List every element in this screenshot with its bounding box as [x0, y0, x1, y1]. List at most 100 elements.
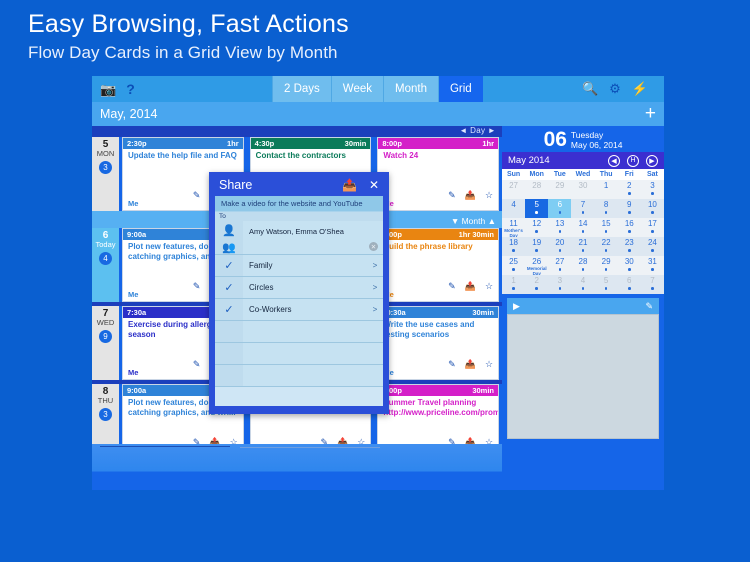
minical-day-cell[interactable]: 17: [640, 218, 664, 237]
minical-day-cell[interactable]: 29: [548, 180, 572, 199]
search-icon[interactable]: 🔍: [582, 81, 598, 97]
checkmark-icon[interactable]: ✓: [215, 255, 243, 276]
minical-day-cell[interactable]: 30: [571, 180, 595, 199]
bolt-icon[interactable]: ⚡: [632, 81, 648, 97]
blank-checkbox[interactable]: [215, 321, 243, 342]
share-group-name: Co-Workers: [243, 299, 367, 320]
minical-day-cell[interactable]: 31: [640, 256, 664, 275]
prev-month-button[interactable]: ◀: [608, 154, 620, 167]
day-nav-strip[interactable]: ◄ Day ►: [92, 126, 502, 137]
minical-day-cell[interactable]: 7: [571, 199, 595, 218]
note-body[interactable]: [507, 314, 659, 439]
share-icon[interactable]: 📤: [342, 178, 357, 192]
view-mode-grid[interactable]: Grid: [437, 76, 483, 102]
selected-weekday: Tuesday: [570, 129, 604, 140]
chevron-right-icon[interactable]: >: [367, 299, 383, 320]
minical-day-cell[interactable]: 9: [617, 199, 641, 218]
minical-day-cell[interactable]: 3: [640, 180, 664, 199]
view-mode-month[interactable]: Month: [383, 76, 438, 102]
pen-icon[interactable]: ✎: [645, 301, 653, 312]
minical-day-cell[interactable]: 6: [548, 199, 572, 218]
camera-icon[interactable]: 📷: [100, 83, 116, 96]
checkmark-icon[interactable]: ✓: [215, 299, 243, 320]
day-nav-label[interactable]: ◄ Day ►: [459, 126, 496, 135]
clear-icon[interactable]: ✕: [369, 242, 378, 251]
minical-day-number: 12: [532, 219, 542, 228]
event-card[interactable]: 2:00p 1hr 30min Build the phrase library ✎ 📤…: [377, 228, 500, 302]
minical-day-cell[interactable]: 1: [594, 180, 618, 199]
minical-day-cell[interactable]: 22: [594, 237, 618, 256]
play-icon[interactable]: ▶: [513, 301, 520, 312]
close-icon[interactable]: ✕: [369, 178, 379, 192]
day-gutter[interactable]: 7 WED 9: [92, 306, 119, 380]
contact-card-icon[interactable]: 👤: [222, 224, 236, 237]
blank-checkbox[interactable]: [215, 365, 243, 386]
help-icon[interactable]: ?: [126, 81, 135, 97]
share-group-blank-row[interactable]: [215, 321, 383, 343]
share-group-row[interactable]: ✓ Family >: [215, 255, 383, 277]
minical-day-cell[interactable]: 28: [571, 256, 595, 275]
next-month-button[interactable]: ▶: [646, 154, 658, 167]
minical-day-cell[interactable]: 24: [640, 237, 664, 256]
minical-day-number: 21: [578, 238, 588, 247]
share-recipients-field[interactable]: Amy Watson, Emma O'Shea ✕: [243, 221, 383, 254]
minical-day-cell[interactable]: 10: [640, 199, 664, 218]
minical-day-cell[interactable]: 4: [502, 199, 526, 218]
event-card[interactable]: 8:00p1hrWatch 24✎📤☆Me: [377, 137, 500, 211]
minical-day-cell[interactable]: 27: [548, 256, 572, 275]
view-mode-segmented-control[interactable]: 2 Days Week Month Grid: [272, 76, 483, 102]
minical-day-cell[interactable]: 1: [502, 275, 526, 294]
share-group-name: Circles: [243, 277, 367, 298]
minical-day-cell[interactable]: 2: [525, 275, 549, 294]
minical-day-cell[interactable]: 11 Mother's Day: [502, 218, 526, 238]
add-event-button[interactable]: +: [645, 104, 656, 123]
minical-day-cell[interactable]: 4: [571, 275, 595, 294]
minical-event-dot: [558, 268, 562, 271]
contacts-group-icon[interactable]: 👥: [222, 241, 236, 254]
minical-day-cell[interactable]: 13: [548, 218, 572, 237]
minical-day-cell[interactable]: 16: [617, 218, 641, 237]
minical-day-cell[interactable]: 18: [502, 237, 526, 256]
share-group-row[interactable]: ✓ Circles >: [215, 277, 383, 299]
minical-day-cell[interactable]: 26 Memorial Day: [525, 256, 549, 276]
blank-checkbox[interactable]: [215, 343, 243, 364]
view-mode-week[interactable]: Week: [330, 76, 383, 102]
minical-day-cell[interactable]: 3: [548, 275, 572, 294]
share-group-blank-row[interactable]: [215, 343, 383, 365]
share-subject-field[interactable]: Make a video for the website and YouTube: [215, 196, 383, 212]
gear-icon[interactable]: ⚙: [609, 81, 621, 97]
checkmark-icon[interactable]: ✓: [215, 277, 243, 298]
minical-day-cell[interactable]: 20: [548, 237, 572, 256]
minical-day-cell[interactable]: 28: [525, 180, 549, 199]
minical-day-cell[interactable]: 21: [571, 237, 595, 256]
chevron-right-icon[interactable]: >: [367, 255, 383, 276]
minical-day-cell[interactable]: 6: [617, 275, 641, 294]
today-button[interactable]: H: [627, 154, 639, 167]
day-gutter[interactable]: 5 MON 3: [92, 137, 119, 211]
minical-day-cell[interactable]: 5: [594, 275, 618, 294]
minical-day-cell[interactable]: 2: [617, 180, 641, 199]
minical-day-cell[interactable]: 23: [617, 237, 641, 256]
minical-day-cell[interactable]: 7: [640, 275, 664, 294]
share-group-row[interactable]: ✓ Co-Workers >: [215, 299, 383, 321]
event-title: Watch 24: [383, 151, 419, 160]
chevron-right-icon[interactable]: >: [367, 277, 383, 298]
minical-day-cell[interactable]: 25: [502, 256, 526, 275]
minical-day-cell[interactable]: 5: [525, 199, 549, 218]
minical-day-cell[interactable]: 8: [594, 199, 618, 218]
view-mode-2-days[interactable]: 2 Days: [272, 76, 331, 102]
minical-day-cell[interactable]: 29: [594, 256, 618, 275]
minical-event-dot: [651, 192, 654, 195]
minical-day-cell[interactable]: 27: [502, 180, 526, 199]
minical-day-grid[interactable]: 27 28 29 30 1 2 3 4 5 6 7 8 9 10 11 Mother's Day 12 13 14 1…: [502, 180, 664, 294]
minical-day-cell[interactable]: 12: [525, 218, 549, 237]
minical-day-cell[interactable]: 14: [571, 218, 595, 237]
day-gutter[interactable]: 6 Today 4: [92, 228, 119, 302]
minical-day-cell[interactable]: 19: [525, 237, 549, 256]
event-card[interactable]: 10:30a 30min Write the use cases and testi…: [377, 306, 500, 380]
minical-day-cell[interactable]: 15: [594, 218, 618, 237]
share-group-blank-row[interactable]: [215, 365, 383, 387]
month-nav-label[interactable]: ▼ Month ▲: [451, 216, 496, 226]
event-owner: Me: [128, 368, 139, 377]
minical-day-cell[interactable]: 30: [617, 256, 641, 275]
